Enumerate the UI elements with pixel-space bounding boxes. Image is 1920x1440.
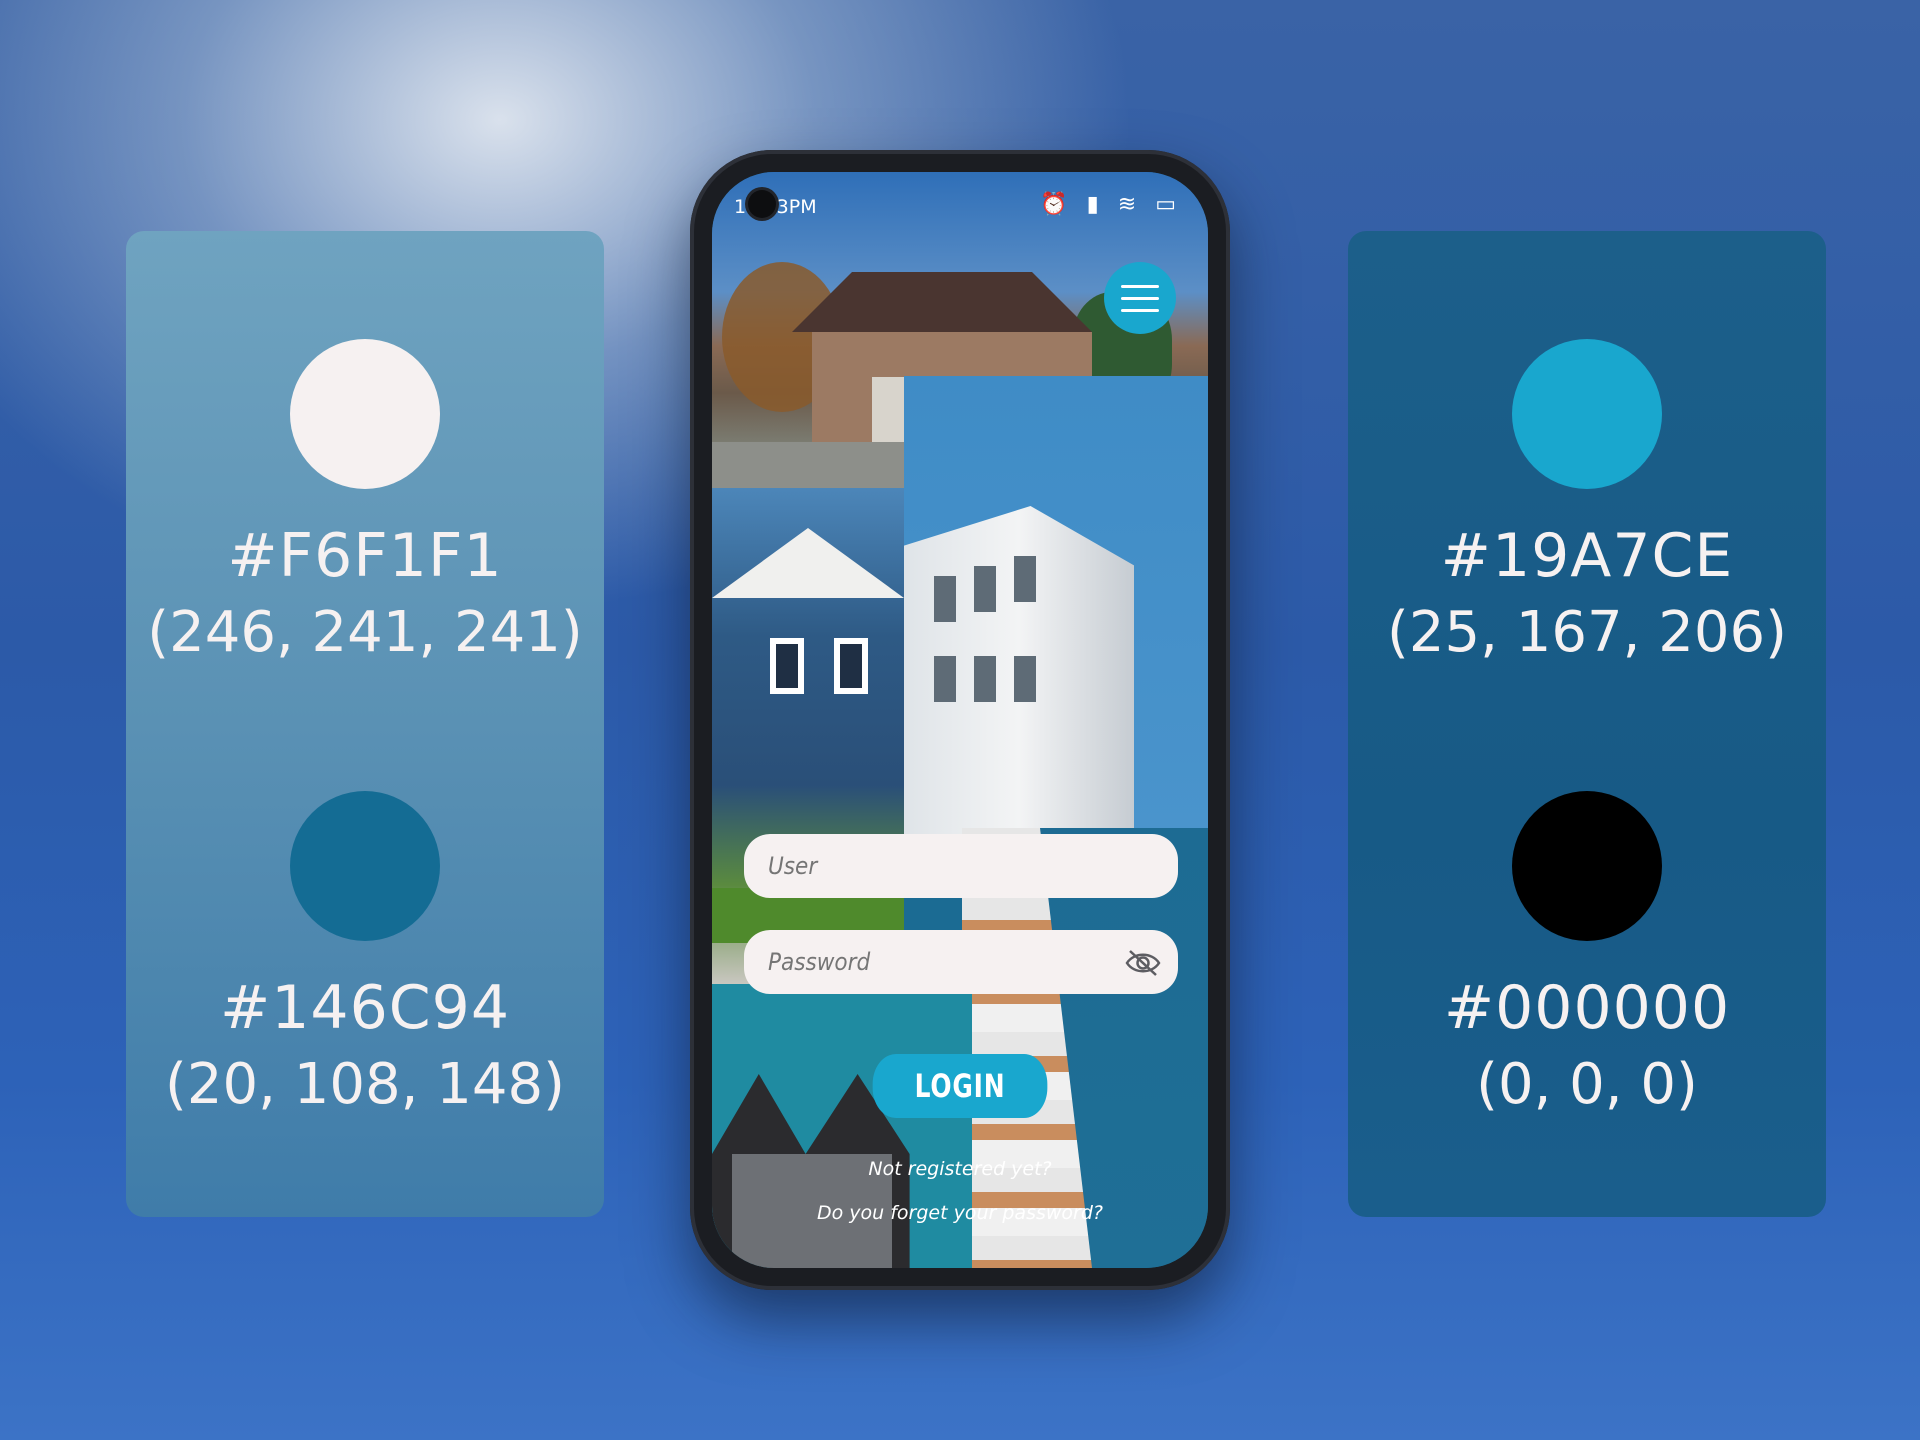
swatch-circle-000000 bbox=[1512, 791, 1662, 941]
swatch-rgb: (246, 241, 241) bbox=[147, 600, 583, 665]
swatch-rgb: (0, 0, 0) bbox=[1476, 1052, 1698, 1117]
camera-hole bbox=[748, 190, 776, 218]
menu-line-icon bbox=[1121, 284, 1159, 288]
palette-card-right: #19A7CE (25, 167, 206) #000000 (0, 0, 0) bbox=[1348, 231, 1826, 1217]
photo-blue-house bbox=[712, 488, 904, 984]
register-link[interactable]: Not registered yet? bbox=[712, 1158, 1208, 1180]
swatch-hex: #000000 bbox=[1443, 973, 1731, 1043]
hamburger-menu-button[interactable] bbox=[1104, 262, 1176, 334]
menu-line-icon bbox=[1121, 308, 1159, 312]
swatch-rgb: (20, 108, 148) bbox=[165, 1052, 565, 1117]
swatch-circle-f6f1f1 bbox=[290, 339, 440, 489]
forgot-password-link[interactable]: Do you forget your password? bbox=[712, 1202, 1208, 1224]
photo-dark-gables bbox=[712, 984, 972, 1268]
status-icons: ⏰ ▮ ≋ ▭ bbox=[1040, 192, 1182, 217]
user-input[interactable] bbox=[744, 834, 1178, 898]
swatch-146c94: #146C94 (20, 108, 148) bbox=[126, 791, 604, 1123]
eye-slash-icon[interactable] bbox=[1124, 948, 1162, 978]
login-button[interactable]: LOGIN bbox=[872, 1054, 1048, 1118]
palette-card-left: #F6F1F1 (246, 241, 241) #146C94 (20, 108… bbox=[126, 231, 604, 1217]
swatch-000000: #000000 (0, 0, 0) bbox=[1348, 791, 1826, 1123]
phone-mockup: 16:43PM ⏰ ▮ ≋ ▭ LOGIN Not registered yet… bbox=[690, 150, 1230, 1290]
status-bar: 16:43PM ⏰ ▮ ≋ ▭ bbox=[712, 172, 1208, 228]
swatch-19a7ce: #19A7CE (25, 167, 206) bbox=[1348, 339, 1826, 671]
menu-line-icon bbox=[1121, 296, 1159, 300]
swatch-circle-146c94 bbox=[290, 791, 440, 941]
password-input[interactable] bbox=[744, 930, 1178, 994]
swatch-hex: #19A7CE bbox=[1440, 521, 1734, 591]
photo-white-building bbox=[904, 376, 1208, 838]
swatch-f6f1f1: #F6F1F1 (246, 241, 241) bbox=[126, 339, 604, 671]
swatch-circle-19a7ce bbox=[1512, 339, 1662, 489]
phone-screen: 16:43PM ⏰ ▮ ≋ ▭ LOGIN Not registered yet… bbox=[712, 172, 1208, 1268]
swatch-hex: #146C94 bbox=[219, 973, 511, 1043]
swatch-rgb: (25, 167, 206) bbox=[1387, 600, 1787, 665]
swatch-hex: #F6F1F1 bbox=[227, 521, 503, 591]
